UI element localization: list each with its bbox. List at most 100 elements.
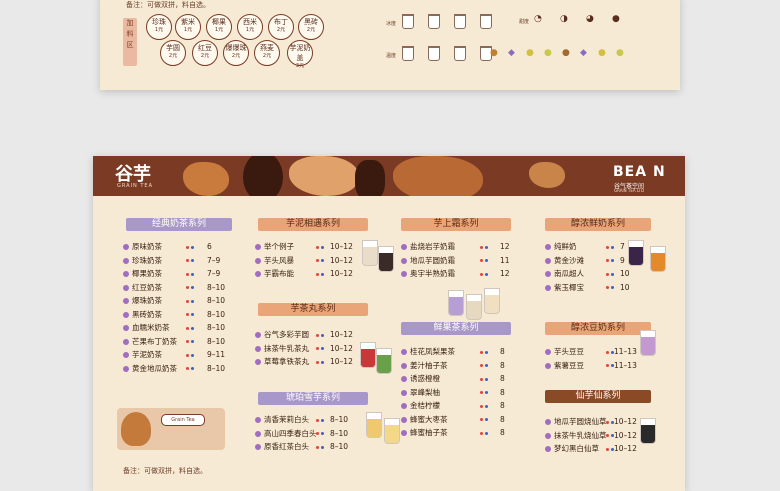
- temp-indicator: [186, 348, 196, 361]
- menu-item: 血糯米奶茶 8–10: [123, 321, 225, 334]
- menu-item-price: 10–12: [614, 430, 637, 440]
- leaf-decoration: [243, 156, 283, 196]
- menu-item: 纯鲜奶 7: [545, 240, 625, 253]
- section-title: 醇浓豆奶系列: [545, 322, 651, 335]
- menu-item-price: 8: [500, 347, 505, 356]
- menu-bullet-icon: [401, 362, 407, 369]
- brand-right-sub2: GRAIN TEA LTD: [614, 188, 645, 193]
- menu-item: 盐烧岩芋奶霜 12: [401, 240, 510, 253]
- temp-indicator: [316, 342, 326, 355]
- menu-bullet-icon: [545, 446, 551, 452]
- temp-dot-icon: [485, 350, 488, 354]
- temp-dot-icon: [485, 404, 488, 408]
- menu-item-name: 蜂蜜柚子茶: [410, 428, 448, 437]
- menu-item-price: 11: [500, 255, 510, 265]
- temp-dot-icon: [606, 434, 609, 437]
- temp-dot-icon: [611, 286, 614, 289]
- menu-item-name: 纯鲜奶: [554, 242, 577, 251]
- topping-price: 2元: [168, 53, 178, 59]
- menu-item-name: 原香红茶白头: [264, 442, 309, 451]
- menu-item-price: 9: [620, 255, 625, 265]
- bottom-note: 备注：可做双拼，料自选。: [123, 467, 207, 475]
- temp-dot-icon: [606, 364, 609, 367]
- menu-item-price: 10–12: [330, 357, 353, 366]
- menu-bullet-icon: [401, 389, 407, 396]
- menu-item-name: 南瓜超人: [554, 269, 584, 278]
- menu-item: 黄金沙滩 9: [545, 254, 625, 267]
- menu-bullet-icon: [545, 362, 551, 369]
- menu-item-price: 8–10: [330, 415, 349, 424]
- menu-item-name: 桂花凤梨果茶: [410, 347, 455, 356]
- section-title: 芋茶丸系列: [258, 303, 368, 316]
- temp-dot-icon: [606, 420, 609, 424]
- drink-cup-image: [366, 412, 382, 438]
- topping-bubble: 布丁 2元: [268, 14, 294, 40]
- menu-item: 地瓜芋圆烧仙草 10–12: [545, 415, 637, 428]
- menu-item-price: 8: [500, 414, 505, 424]
- menu-item-price: 10–12: [330, 269, 353, 278]
- section-title: 琥珀雪芋系列: [258, 392, 368, 405]
- temp-dot-icon: [321, 347, 324, 350]
- topping-price: 1元: [154, 27, 164, 33]
- menu-item-price: 7–9: [207, 269, 221, 278]
- menu-item: 黄金地瓜奶茶 8–10: [123, 362, 225, 375]
- temp-dot-icon: [606, 350, 609, 354]
- menu-item: 金桔柠檬 8: [401, 399, 505, 412]
- menu-item: 椰果奶茶 7–9: [123, 267, 220, 280]
- menu-item-name: 蜂蜜大枣茶: [410, 414, 448, 424]
- menu-bullet-icon: [545, 419, 551, 425]
- topping-name: 红豆: [198, 44, 212, 52]
- menu-item-name: 金桔柠檬: [410, 401, 440, 410]
- menu-bullet-icon: [255, 345, 261, 352]
- topping-price: 1元: [183, 27, 193, 33]
- menu-bullet-icon: [545, 257, 551, 264]
- menu-item-name: 盐烧岩芋奶霜: [410, 242, 455, 251]
- menu-item: 翠峰梨柚 8: [401, 386, 505, 399]
- temp-dot-icon: [606, 286, 609, 289]
- temp-indicator: [316, 440, 326, 453]
- temp-dot-icon: [485, 245, 488, 249]
- menu-item: 紫玉椰宝 10: [545, 281, 630, 294]
- temp-dot-icon: [316, 333, 319, 337]
- temp-dot-icon: [321, 245, 324, 249]
- topping-bubble: 珍珠 1元: [146, 14, 172, 40]
- section-title: 鲜果茶系列: [401, 322, 511, 335]
- menu-bullet-icon: [123, 257, 129, 264]
- menu-item: 奥宇半熟奶霜 12: [401, 267, 510, 280]
- menu-bullet-icon: [545, 244, 551, 250]
- menu-item-price: 10–12: [614, 417, 637, 426]
- drink-cup-image: [360, 342, 376, 368]
- menu-bullet-icon: [401, 403, 407, 409]
- temp-dot-icon: [191, 326, 194, 330]
- temp-dot-icon: [611, 272, 614, 276]
- temp-dot-icon: [316, 245, 319, 249]
- temp-dot-icon: [606, 245, 609, 249]
- cup-icon: [454, 46, 466, 61]
- menu-item-price: 10–12: [330, 242, 353, 251]
- drink-cup-image: [376, 348, 392, 374]
- temp-dot-icon: [480, 418, 483, 421]
- temp-dot-icon: [186, 353, 189, 357]
- menu-bullet-icon: [123, 271, 129, 277]
- menu-bullet-icon: [401, 416, 407, 423]
- menu-bullet-icon: [255, 359, 261, 365]
- menu-item: 地瓜芋圆奶霜 11: [401, 254, 510, 267]
- menu-item-price: 8: [500, 374, 505, 383]
- acorn-decoration-2: [393, 156, 483, 196]
- menu-item-price: 8–10: [207, 309, 226, 319]
- temp-indicator: [316, 355, 326, 368]
- temp-dot-icon: [316, 347, 319, 350]
- menu-item: 红豆奶茶 8–10: [123, 281, 225, 294]
- temp-indicator: [186, 267, 196, 280]
- topping-name: 燕麦: [260, 44, 274, 52]
- temp-dot-icon: [316, 432, 319, 435]
- menu-item-name: 翠峰梨柚: [410, 387, 440, 397]
- menu-item: 诱惑橙橙 8: [401, 372, 505, 385]
- cup-icon: [402, 46, 414, 61]
- menu-bullet-icon: [123, 325, 129, 331]
- menu-item: 清香茉莉白头 8–10: [255, 413, 348, 426]
- menu-item-name: 清香茉莉白头: [264, 415, 309, 424]
- menu-item-price: 12: [500, 269, 510, 278]
- temp-dot-icon: [485, 391, 488, 394]
- topping-name: 布丁: [274, 18, 288, 26]
